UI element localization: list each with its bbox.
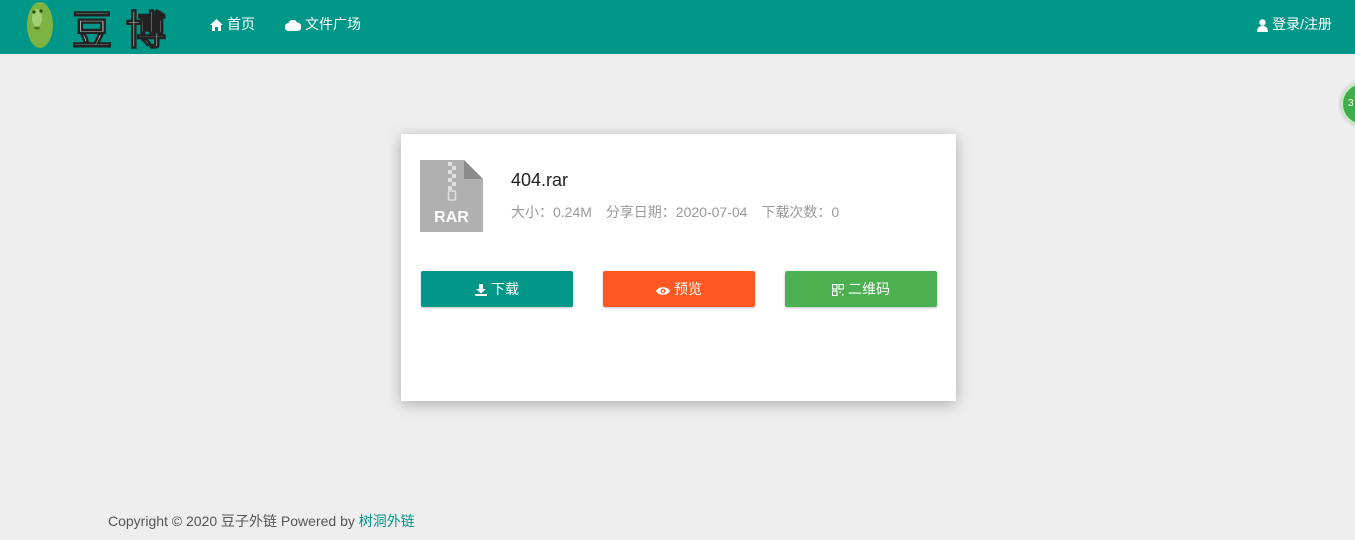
footer-powered-by-link[interactable]: 树洞外链 [359, 513, 415, 529]
eye-icon [656, 287, 670, 295]
nav-file-square-label: 文件广场 [305, 16, 361, 32]
cloud-icon [285, 19, 301, 31]
preview-button[interactable]: 预览 [603, 271, 755, 307]
file-name: 404.rar [511, 170, 569, 190]
floating-badge[interactable]: 3 [1341, 82, 1355, 126]
user-icon [1257, 19, 1269, 32]
nav-login-register-label: 登录/注册 [1272, 16, 1332, 32]
nav-home-link[interactable]: 首页 [210, 0, 255, 50]
floating-badge-text: 3 [1348, 98, 1354, 109]
file-size: 大小：0.24M [511, 204, 592, 220]
qrcode-icon [832, 284, 844, 296]
file-card: RAR 404.rar 大小：0.24M 分享日期：2020-07-04 下载次… [401, 134, 956, 401]
site-logo[interactable]: 豆 博 [20, 0, 190, 54]
download-icon [475, 284, 487, 296]
footer-copyright: Copyright © 2020 豆子外链 Powered by [108, 513, 355, 529]
file-download-count: 下载次数：0 [761, 204, 840, 220]
zip-file-icon: RAR [420, 160, 483, 232]
preview-button-label: 预览 [674, 281, 702, 297]
qrcode-button-label: 二维码 [848, 281, 890, 297]
file-share-date: 分享日期：2020-07-04 [605, 204, 748, 220]
download-button-label: 下载 [491, 281, 519, 297]
home-icon [210, 19, 223, 32]
nav-login-register-link[interactable]: 登录/注册 [1257, 0, 1332, 50]
nav-home-label: 首页 [227, 16, 255, 32]
file-meta: 大小：0.24M 分享日期：2020-07-04 下载次数：0 [511, 202, 849, 222]
svg-text:RAR: RAR [434, 209, 469, 226]
download-button[interactable]: 下载 [421, 271, 573, 307]
qrcode-button[interactable]: 二维码 [785, 271, 937, 307]
footer: Copyright © 2020 豆子外链 Powered by 树洞外链 [108, 511, 415, 531]
top-navbar: 豆 博 首页 文件广场 登录/注册 [0, 0, 1355, 54]
nav-file-square-link[interactable]: 文件广场 [285, 0, 361, 50]
svg-text:豆 博: 豆 博 [72, 7, 166, 54]
